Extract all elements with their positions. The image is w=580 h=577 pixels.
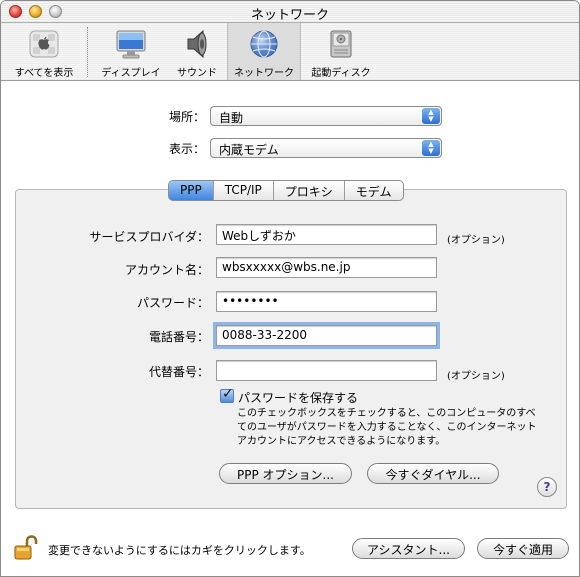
- provider-field[interactable]: Webしずおか: [216, 224, 437, 245]
- toolbar-item-display[interactable]: ディスプレイ: [93, 23, 169, 80]
- display-icon: [116, 30, 146, 59]
- lock-icon[interactable]: [13, 535, 39, 561]
- popup-arrows-icon: ▲ ▼: [422, 140, 440, 156]
- toolbar-label: ディスプレイ: [101, 68, 161, 79]
- save-password-checkbox[interactable]: ✓: [220, 386, 234, 403]
- phone-field[interactable]: 0088-33-2200: [213, 322, 440, 349]
- show-label: 表示：: [168, 142, 205, 156]
- password-label: パスワード：: [136, 296, 209, 310]
- toolbar-label: ネットワーク: [234, 68, 294, 79]
- toolbar-label: 起動ディスク: [311, 68, 371, 79]
- tab-proxy[interactable]: プロキシ: [274, 181, 345, 200]
- show-value: 内蔵モデム: [219, 143, 279, 157]
- toolbar-label: サウンド: [177, 68, 217, 79]
- window-title: ネットワーク: [250, 8, 329, 23]
- account-field[interactable]: wbsxxxxx@wbs.ne.jp: [216, 257, 437, 278]
- location-value: 自動: [219, 111, 244, 125]
- help-button[interactable]: ?: [537, 477, 557, 497]
- apply-now-button[interactable]: 今すぐ適用: [477, 538, 569, 559]
- tab-tcpip[interactable]: TCP/IP: [214, 181, 274, 200]
- ppp-options-button[interactable]: PPP オプション...: [219, 463, 352, 484]
- password-field[interactable]: ••••••••: [216, 291, 437, 312]
- checkmark-icon: ✓: [222, 386, 234, 402]
- toolbar-item-show-all[interactable]: すべてを表示: [1, 23, 87, 80]
- apple-icon: [29, 30, 59, 58]
- hard-disk-icon: [330, 30, 352, 58]
- assistant-button[interactable]: アシスタント...: [352, 538, 465, 559]
- lock-text: 変更できないようにするにはカギをクリックします。: [48, 544, 311, 557]
- provider-optional-note: (オプション): [447, 235, 505, 246]
- tab-modem[interactable]: モデム: [345, 181, 403, 200]
- popup-arrows-icon: ▲ ▼: [422, 108, 440, 124]
- alt-phone-field[interactable]: [216, 360, 437, 381]
- toolbar-item-sound[interactable]: サウンド: [169, 23, 225, 80]
- location-label: 場所：: [168, 110, 205, 124]
- dial-now-button[interactable]: 今すぐダイヤル...: [367, 463, 499, 484]
- toolbar: すべてを表示 ディスプレイ サウンド ネットワーク 起動ディスク: [1, 23, 579, 81]
- save-password-description: このチェックボックスをチェックすると、このコンピュータのすべてのユーザがパスワー…: [237, 408, 537, 447]
- alt-phone-label: 代替番号：: [148, 365, 209, 379]
- toolbar-separator: [87, 27, 88, 77]
- toolbar-item-startup-disk[interactable]: 起動ディスク: [303, 23, 379, 80]
- speaker-icon: [187, 29, 207, 59]
- toolbar-label: すべてを表示: [14, 68, 74, 79]
- tab-bar: PPP TCP/IP プロキシ モデム: [168, 180, 404, 201]
- toolbar-item-network[interactable]: ネットワーク: [227, 23, 301, 80]
- save-password-label[interactable]: パスワードを保存する: [238, 389, 358, 406]
- account-label: アカウント名：: [124, 263, 209, 277]
- globe-icon: [250, 30, 278, 58]
- alt-phone-optional-note: (オプション): [447, 371, 505, 382]
- show-popup[interactable]: 内蔵モデム ▲ ▼: [210, 138, 442, 158]
- phone-label: 電話番号：: [148, 330, 209, 344]
- location-popup[interactable]: 自動 ▲ ▼: [210, 106, 442, 126]
- network-preferences-window: ネットワーク すべてを表示 ディスプレイ サウンド ネットワーク 起動ディスク …: [0, 0, 580, 577]
- provider-label: サービスプロバイダ：: [89, 230, 209, 244]
- title-bar: ネットワーク: [1, 1, 579, 23]
- tab-ppp[interactable]: PPP: [169, 181, 214, 200]
